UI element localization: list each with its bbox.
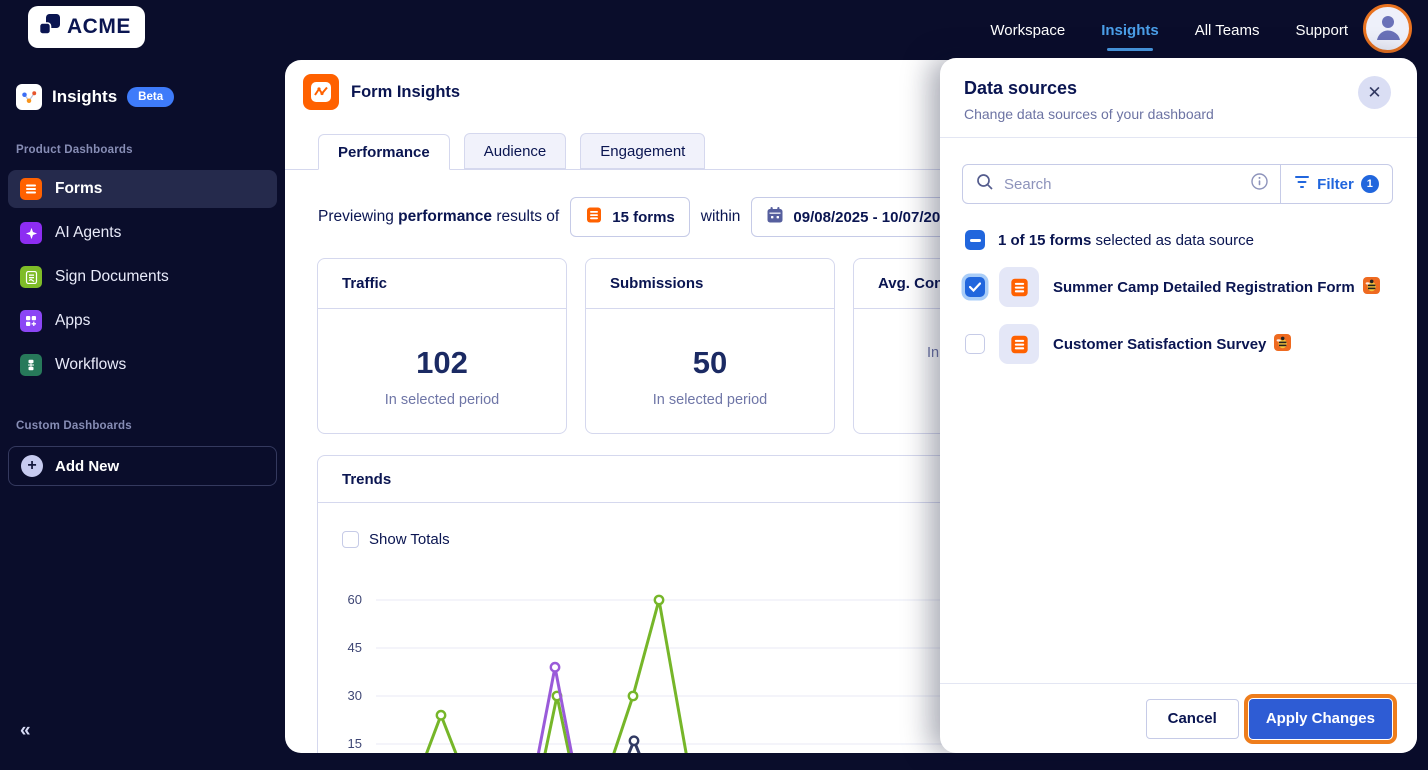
- sidebar-item-label: Forms: [55, 180, 103, 197]
- top-bar: ACME Workspace Insights All Teams Suppor…: [0, 0, 1428, 60]
- search-filter-group: Filter 1: [962, 164, 1393, 204]
- section-product-dashboards: Product Dashboards: [16, 144, 133, 156]
- sidebar-item-label: Sign Documents: [55, 268, 169, 285]
- calendar-icon: [766, 206, 784, 228]
- cancel-button[interactable]: Cancel: [1145, 698, 1239, 739]
- traffic-value: 102: [416, 345, 468, 380]
- workflows-icon: [20, 354, 42, 376]
- sidebar-item-ai-agents[interactable]: AI Agents: [8, 214, 277, 252]
- form-doc-icon: [999, 324, 1039, 364]
- search-input[interactable]: [1004, 175, 1241, 193]
- info-icon[interactable]: [1251, 173, 1268, 195]
- page-title: Form Insights: [351, 82, 461, 101]
- data-source-name: Customer Satisfaction Survey: [1053, 333, 1292, 355]
- tab-engagement[interactable]: Engagement: [580, 133, 706, 169]
- sidebar-item-workflows[interactable]: Workflows: [8, 346, 277, 384]
- data-sources-panel: Data sources Change data sources of your…: [940, 58, 1417, 753]
- within-label: within: [700, 208, 741, 225]
- checkbox-checked[interactable]: [965, 277, 985, 297]
- forms-icon: [20, 178, 42, 200]
- data-source-row[interactable]: Customer Satisfaction Survey: [965, 324, 1417, 364]
- close-icon[interactable]: ✕: [1358, 76, 1391, 109]
- logo-text: ACME: [67, 15, 131, 38]
- collapse-sidebar-button[interactable]: «: [20, 720, 31, 742]
- ai-agents-icon: [20, 222, 42, 244]
- apply-changes-button[interactable]: Apply Changes: [1243, 693, 1398, 744]
- selection-summary: 1 of 15 forms selected as data source: [965, 230, 1417, 250]
- filter-button[interactable]: Filter 1: [1280, 165, 1392, 203]
- bee-emoji-badge: [1362, 276, 1380, 298]
- data-source-name: Summer Camp Detailed Registration Form: [1053, 276, 1380, 298]
- sidebar-item-label: AI Agents: [55, 224, 122, 241]
- search-icon: [976, 173, 994, 196]
- sidebar-item-apps[interactable]: Apps: [8, 302, 277, 340]
- section-custom-dashboards: Custom Dashboards: [16, 420, 132, 432]
- sign-documents-icon: [20, 266, 42, 288]
- avatar[interactable]: [1363, 4, 1412, 53]
- nav-insights[interactable]: Insights: [1101, 22, 1159, 39]
- selection-text: 1 of 15 forms selected as data source: [998, 231, 1254, 249]
- checkbox-unchecked[interactable]: [342, 531, 359, 548]
- filter-count-badge: 1: [1360, 175, 1379, 193]
- filter-icon: [1294, 175, 1310, 194]
- show-totals-checkbox[interactable]: Show Totals: [342, 531, 450, 548]
- stat-card-traffic: Traffic 102 In selected period: [317, 258, 567, 434]
- add-new-button[interactable]: + Add New: [8, 446, 277, 486]
- y-axis-tick: 30: [347, 688, 362, 703]
- y-axis-tick: 15: [347, 736, 362, 751]
- apps-icon: [20, 310, 42, 332]
- insights-app-icon: [16, 84, 42, 110]
- submissions-value: 50: [692, 345, 728, 380]
- panel-footer: Cancel Apply Changes: [940, 683, 1417, 753]
- sidebar-item-label: Apps: [55, 312, 91, 329]
- form-doc-icon: [999, 267, 1039, 307]
- date-range-button[interactable]: 09/08/2025 - 10/07/2025: [751, 197, 972, 237]
- nav-all-teams[interactable]: All Teams: [1195, 22, 1260, 39]
- stat-card-submissions: Submissions 50 In selected period: [585, 258, 835, 434]
- select-all-checkbox[interactable]: [965, 230, 985, 250]
- nav-workspace[interactable]: Workspace: [990, 22, 1065, 39]
- panel-subtitle: Change data sources of your dashboard: [964, 106, 1214, 122]
- y-axis-tick: 60: [347, 592, 362, 607]
- acme-logo[interactable]: ACME: [28, 6, 145, 48]
- search-segment: [963, 165, 1280, 203]
- panel-header: Data sources Change data sources of your…: [940, 58, 1417, 138]
- sidebar-item-sign-documents[interactable]: Sign Documents: [8, 258, 277, 296]
- plus-icon: +: [21, 455, 43, 477]
- sidebar-app-title: Insights: [52, 87, 118, 106]
- beta-badge: Beta: [127, 87, 175, 107]
- bee-emoji-badge: [1274, 333, 1292, 355]
- tab-audience[interactable]: Audience: [463, 133, 567, 169]
- panel-title: Data sources: [964, 78, 1078, 98]
- data-source-row[interactable]: Summer Camp Detailed Registration Form: [965, 267, 1417, 307]
- sidebar-menu: Forms AI Agents Sign Documents Apps Work…: [0, 170, 285, 384]
- sidebar-app-row: Insights Beta: [0, 60, 285, 110]
- tab-performance[interactable]: Performance: [318, 134, 450, 170]
- sidebar-item-forms[interactable]: Forms: [8, 170, 277, 208]
- preview-text: Previewing performance results of: [318, 208, 560, 225]
- user-icon: [1373, 11, 1403, 46]
- top-nav: Workspace Insights All Teams Support: [990, 0, 1348, 60]
- sidebar: Insights Beta Product Dashboards Forms A…: [0, 60, 285, 770]
- checkbox-unchecked[interactable]: [965, 334, 985, 354]
- form-insights-icon: [303, 74, 339, 110]
- form-doc-icon: [585, 206, 603, 228]
- nav-support[interactable]: Support: [1295, 22, 1348, 39]
- forms-select-button[interactable]: 15 forms: [570, 197, 690, 237]
- sidebar-item-label: Workflows: [55, 356, 127, 373]
- acme-logo-icon: [38, 13, 61, 41]
- y-axis-tick: 45: [347, 640, 362, 655]
